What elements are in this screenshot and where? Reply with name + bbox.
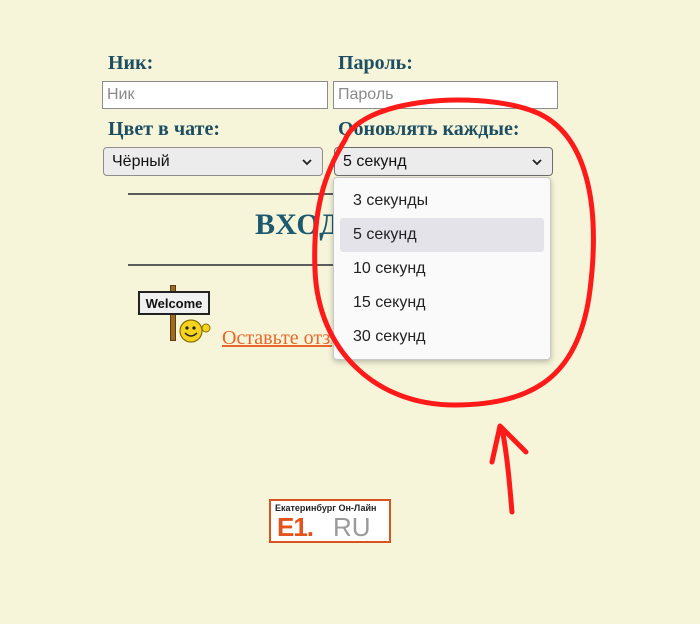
nick-input[interactable]: [102, 81, 328, 109]
refresh-option[interactable]: 30 секунд: [340, 320, 544, 354]
divider-top: [128, 193, 348, 195]
smiley-icon: [179, 319, 211, 343]
chevron-down-icon: [532, 158, 542, 165]
arrow-annotation-shaft: [499, 425, 515, 515]
welcome-sign: Welcome: [138, 291, 210, 315]
refresh-value: 5 секунд: [343, 152, 407, 170]
chat-color-select[interactable]: Чёрный: [103, 147, 323, 176]
refresh-label: Обновлять каждые:: [338, 118, 520, 140]
refresh-dropdown: 3 секунды 5 секунд 10 секунд 15 секунд 3…: [333, 177, 551, 360]
login-title[interactable]: ВХОД: [255, 208, 341, 242]
chat-color-value: Чёрный: [112, 152, 170, 170]
password-input[interactable]: [333, 81, 558, 109]
e1-banner[interactable]: Екатеринбург Он-Лайн E1. RU: [269, 499, 391, 543]
banner-brand: E1.: [277, 512, 314, 542]
refresh-option-selected[interactable]: 5 секунд: [340, 218, 544, 252]
refresh-option[interactable]: 10 секунд: [340, 252, 544, 286]
nick-label: Ник:: [108, 52, 154, 74]
refresh-select[interactable]: 5 секунд: [334, 147, 553, 176]
password-label: Пароль:: [338, 52, 413, 74]
chevron-down-icon: [302, 158, 312, 165]
chat-color-label: Цвет в чате:: [108, 118, 220, 140]
refresh-option[interactable]: 3 секунды: [340, 184, 544, 218]
leave-feedback-link[interactable]: Оставьте отзыв: [222, 327, 332, 350]
arrow-annotation-head: [489, 423, 529, 465]
refresh-option[interactable]: 15 секунд: [340, 286, 544, 320]
banner-brand-suffix: RU: [333, 512, 371, 542]
divider-bottom: [128, 264, 348, 266]
